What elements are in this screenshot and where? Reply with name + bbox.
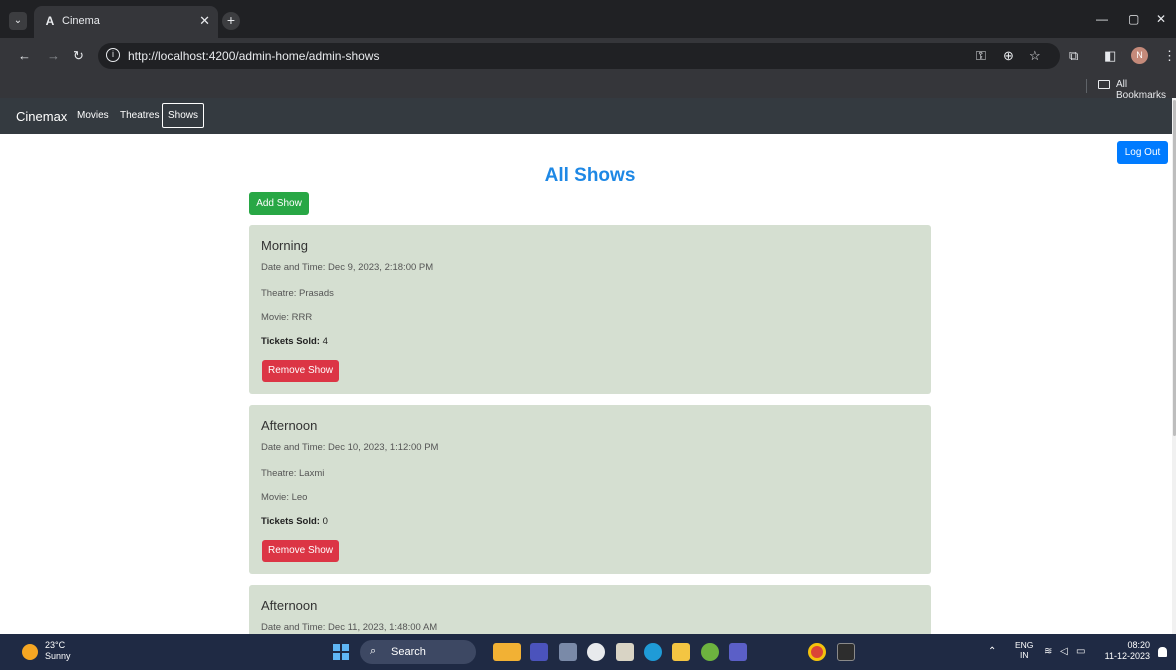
tab-search-icon[interactable]: ⌄ [9, 12, 27, 30]
show-name: Afternoon [261, 418, 318, 433]
input-language-indicator[interactable]: ENG IN [1015, 640, 1033, 660]
show-tickets-sold: Tickets Sold: 0 [261, 516, 328, 527]
tickets-sold-label: Tickets Sold: [261, 336, 320, 347]
widgets-app-icon[interactable] [493, 643, 521, 661]
show-movie: Movie: RRR [261, 312, 313, 323]
battery-icon[interactable]: ▭ [1076, 646, 1085, 657]
tab-title: Cinema [62, 15, 100, 27]
angular-favicon-icon: A [45, 14, 55, 28]
file-explorer-icon[interactable] [672, 643, 690, 661]
logout-button[interactable]: Log Out [1117, 141, 1168, 164]
reload-icon[interactable]: ↻ [73, 48, 84, 64]
windows-start-icon[interactable] [333, 644, 349, 660]
chrome-browser-icon[interactable] [808, 643, 826, 661]
page-title: All Shows [544, 165, 636, 186]
site-info-icon[interactable]: i [106, 48, 120, 62]
show-card: Afternoon Date and Time: Dec 11, 2023, 1… [249, 585, 931, 634]
show-datetime: Date and Time: Dec 10, 2023, 1:12:00 PM [261, 442, 439, 453]
back-icon[interactable]: ← [18, 48, 31, 63]
show-theatre: Theatre: Laxmi [261, 468, 325, 479]
show-datetime: Date and Time: Dec 11, 2023, 1:48:00 AM [261, 622, 438, 633]
clock-date: 11-12-2023 [1104, 651, 1150, 661]
sun-weather-icon[interactable] [22, 644, 38, 660]
region-code: IN [1019, 650, 1029, 660]
browser-tab-bar: ⌄ A Cinema ✕ + — ▢ ✕ [0, 0, 1176, 38]
tab-close-icon[interactable]: ✕ [199, 13, 210, 29]
zoom-icon[interactable]: ⊕ [1003, 48, 1014, 64]
show-card: Morning Date and Time: Dec 9, 2023, 2:18… [249, 225, 931, 394]
bookmarks-bar: All Bookmarks [0, 74, 1176, 101]
browser-toolbar: ← → ↻ i http://localhost:4200/admin-home… [0, 38, 1176, 74]
edge-browser-icon[interactable] [644, 643, 662, 661]
url-text[interactable]: http://localhost:4200/admin-home/admin-s… [128, 49, 379, 63]
tickets-sold-label: Tickets Sold: [261, 516, 320, 527]
tickets-sold-value: 0 [322, 516, 328, 527]
microsoft-store-icon[interactable] [616, 643, 634, 661]
forward-icon[interactable]: → [47, 48, 60, 63]
restore-icon[interactable]: ▢ [1128, 12, 1139, 26]
weather-description[interactable]: Sunny [45, 651, 71, 661]
password-key-icon[interactable]: ⚿ [976, 48, 986, 64]
brand-logo[interactable]: Cinemax [16, 109, 67, 124]
show-theatre: Theatre: Prasads [261, 288, 334, 299]
new-tab-icon[interactable]: + [222, 12, 240, 30]
nav-link-shows[interactable]: Shows [162, 103, 205, 128]
show-card: Afternoon Date and Time: Dec 10, 2023, 1… [249, 405, 931, 574]
search-icon: ⌕ [370, 645, 377, 657]
wifi-icon[interactable]: ≋ [1044, 646, 1052, 657]
bookmark-star-icon[interactable]: ☆ [1029, 48, 1041, 64]
browser-tab[interactable]: A Cinema ✕ [34, 6, 218, 38]
teams-chat-icon[interactable] [530, 643, 548, 661]
taskbar-search[interactable]: ⌕ Search [360, 640, 476, 664]
task-view-icon[interactable] [559, 643, 577, 661]
teams-app-icon[interactable] [729, 643, 747, 661]
side-panel-icon[interactable]: ◧ [1104, 48, 1116, 64]
show-name: Afternoon [261, 598, 318, 613]
address-bar[interactable]: i http://localhost:4200/admin-home/admin… [98, 43, 1060, 69]
search-label: Search [391, 646, 426, 658]
folder-icon[interactable] [1098, 80, 1110, 89]
remove-show-button[interactable]: Remove Show [262, 360, 339, 382]
browser-menu-icon[interactable]: ⋮ [1163, 48, 1176, 64]
volume-icon[interactable]: ◁ [1060, 646, 1068, 657]
show-tickets-sold: Tickets Sold: 4 [261, 336, 328, 347]
bookmarks-divider [1086, 79, 1087, 93]
tickets-sold-value: 4 [322, 336, 328, 347]
close-window-icon[interactable]: ✕ [1156, 12, 1166, 26]
add-show-button[interactable]: Add Show [249, 192, 309, 215]
clock-time: 08:20 [1127, 640, 1150, 650]
app-navbar: Cinemax Movies Theatres Shows [0, 98, 1172, 134]
weather-temperature[interactable]: 23°C [45, 640, 65, 650]
nav-link-theatres[interactable]: Theatres [120, 110, 159, 121]
profile-avatar[interactable]: N [1131, 47, 1148, 64]
show-datetime: Date and Time: Dec 9, 2023, 2:18:00 PM [261, 262, 434, 273]
extensions-icon[interactable]: ⧉ [1069, 48, 1078, 64]
nav-link-movies[interactable]: Movies [77, 110, 109, 121]
show-name: Morning [261, 238, 308, 253]
terminal-icon[interactable] [837, 643, 855, 661]
remove-show-button[interactable]: Remove Show [262, 540, 339, 562]
minimize-icon[interactable]: — [1096, 12, 1108, 26]
notification-bell-icon[interactable] [1158, 647, 1167, 657]
spring-tool-icon[interactable] [701, 643, 719, 661]
windows-taskbar: 23°C Sunny ⌕ Search ⌃ ENG IN ≋ ◁ ▭ 08:20… [0, 634, 1176, 670]
copilot-icon[interactable] [587, 643, 605, 661]
show-movie: Movie: Leo [261, 492, 308, 503]
tray-overflow-icon[interactable]: ⌃ [988, 646, 996, 657]
language-code: ENG [1015, 640, 1034, 650]
clock[interactable]: 08:20 11-12-2023 [1100, 640, 1150, 662]
